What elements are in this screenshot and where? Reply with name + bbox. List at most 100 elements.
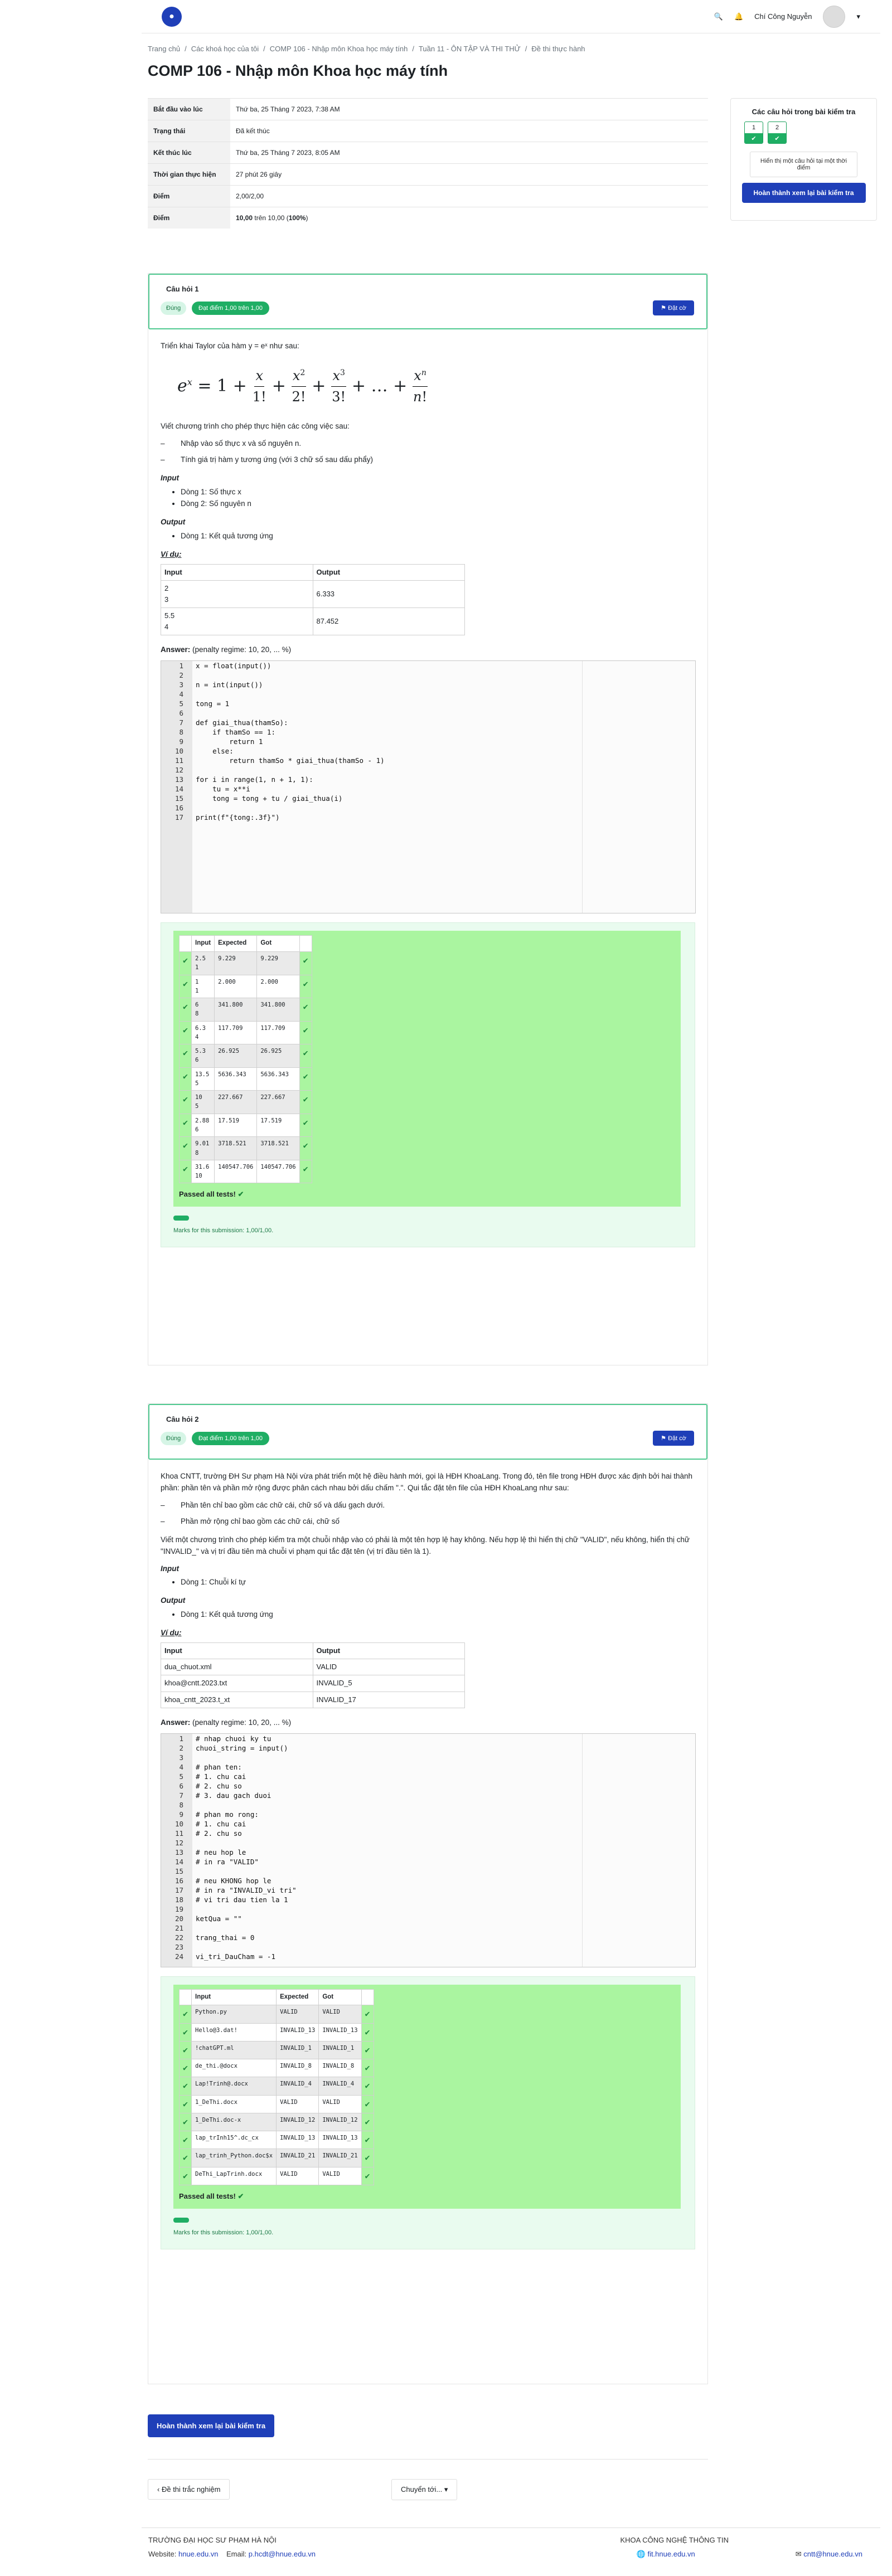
test-expected: INVALID_1 (276, 2040, 319, 2060)
code-text: # vi tri dau tien la 1 (196, 1895, 288, 1904)
fold-marker (187, 1809, 192, 1819)
test-input-line: 1_DeThi.docx (195, 2098, 237, 2106)
breadcrumb-separator: / (525, 45, 527, 53)
chevron-down-icon[interactable]: ▾ (856, 12, 860, 21)
search-icon[interactable]: 🔍 (714, 12, 723, 21)
chevron-down-icon: ▾ (444, 2485, 448, 2494)
example-header-cell: Input (161, 563, 313, 581)
flag-question-button[interactable]: ⚑ Đặt cờ (653, 1431, 694, 1446)
output-heading: Output (161, 517, 186, 526)
user-name[interactable]: Chí Công Nguyễn (754, 12, 812, 21)
cntt-email-link[interactable]: cntt@hnue.edu.vn (803, 2550, 862, 2558)
check-icon: ✔ (361, 2077, 374, 2096)
breadcrumb-item[interactable]: Tuần 11 - ÔN TẬP VÀ THI THỬ (419, 45, 521, 53)
line-number: 10 (161, 746, 187, 756)
check-icon: ✔ (237, 2191, 244, 2200)
code-text: if thamSo == 1: (196, 728, 275, 737)
breadcrumb-item[interactable]: Trang chủ (148, 45, 180, 53)
site-logo[interactable]: ● (162, 6, 182, 27)
code-line: 10 else: (161, 746, 695, 756)
test-got: 117.709 (256, 1020, 300, 1045)
finish-review-button[interactable]: Hoàn thành xem lại bài kiểm tra (741, 183, 866, 203)
test-got: 140547.706 (256, 1159, 300, 1184)
mail-icon: ✉ (795, 2550, 802, 2558)
task-list: Nhập vào số thực x và số nguyên n. Tính g… (161, 438, 695, 466)
line-number: 12 (161, 1838, 187, 1848)
test-row: ✔ Lap!Trinh@.docx INVALID_4 INVALID_4 ✔ (178, 2077, 374, 2096)
passed-label: Passed all tests! (179, 1190, 236, 1199)
test-input: Lap!Trinh@.docx (191, 2077, 277, 2096)
input-heading: Input (161, 474, 179, 483)
fit-link[interactable]: fit.hnue.edu.vn (647, 2550, 695, 2558)
check-icon: ✔ (745, 133, 763, 143)
test-expected: INVALID_13 (276, 2023, 319, 2042)
example-table: Input Output dua_chuot.xml VALID khoa@cntt.2… (161, 1642, 465, 1708)
test-got: 2.000 (256, 974, 300, 999)
line-number: 8 (161, 1800, 187, 1810)
code-line: 14 tu = x**i (161, 784, 695, 794)
submission-marks: Marks for this submission: 1,00/1,00. (173, 2229, 274, 2236)
fold-marker (187, 1904, 192, 1914)
line-number: 16 (161, 803, 187, 813)
check-icon: ✔ (299, 1136, 312, 1160)
avatar[interactable] (823, 5, 846, 28)
test-input-line: 8 (195, 1010, 199, 1018)
line-number: 14 (161, 784, 187, 794)
quiz-navigation-title: Các câu hỏi trong bài kiểm tra (752, 108, 856, 116)
test-input: 11 (191, 974, 215, 999)
output-item: Dòng 1: Kết quả tương ứng (181, 531, 695, 542)
example-input: 5.5 4 (161, 607, 313, 636)
breadcrumb-item[interactable]: COMP 106 - Nhập môn Khoa học máy tính (270, 45, 408, 53)
test-input-line: 5 (195, 1080, 199, 1087)
marks-badge (173, 2218, 189, 2223)
fold-marker (187, 1762, 192, 1772)
breadcrumb-item[interactable]: Các khoá học của tôi (191, 45, 259, 53)
check-icon: ✔ (361, 2005, 374, 2024)
fold-marker (187, 746, 192, 756)
finish-review-bottom-button[interactable]: Hoàn thành xem lại bài kiểm tra (148, 2414, 275, 2437)
notification-bell-icon[interactable]: 🔔 (734, 12, 743, 21)
test-input: DeThi_LapTrinh.docx (191, 2166, 277, 2185)
jump-to-select[interactable]: Chuyển tới... ▾ (391, 2479, 458, 2500)
code-line: 11 return thamSo * giai_thua(thamSo - 1) (161, 756, 695, 766)
test-got: INVALID_12 (318, 2112, 362, 2132)
test-got: INVALID_13 (318, 2131, 362, 2150)
test-input: !chatGPT.ml (191, 2040, 277, 2060)
task-item: Tính giá trị hàm y tương ứng (với 3 chữ … (161, 454, 695, 466)
example-row: dua_chuot.xml VALID (161, 1659, 465, 1676)
test-expected: 26.925 (214, 1044, 258, 1068)
check-icon: ✔ (178, 2094, 192, 2113)
test-input: Python.py (191, 2005, 277, 2024)
test-expected: VALID (276, 2094, 319, 2113)
code-editor[interactable]: 1 # nhap chuoi ky tu 2 chuoi_string = input… (161, 1733, 696, 1967)
check-icon: ✔ (178, 2040, 192, 2060)
previous-activity-link[interactable]: ‹ Đề thi trắc nghiệm (148, 2479, 230, 2500)
check-icon: ✔ (178, 951, 192, 975)
question-nav-button-1[interactable]: 1 ✔ (744, 121, 763, 144)
penalty-regime: (penalty regime: 10, 20, ... %) (192, 1718, 292, 1727)
question-nav-button-2[interactable]: 2 ✔ (768, 121, 787, 144)
code-text: return thamSo * giai_thua(thamSo - 1) (196, 756, 385, 765)
example-input-line: 4 (164, 623, 169, 631)
email-link[interactable]: p.hcdt@hnue.edu.vn (249, 2550, 316, 2558)
code-editor[interactable]: 1x = float(input()) 2 3 n = int(input()) 4 5 t… (161, 660, 696, 914)
show-one-page-link[interactable]: Hiển thị một câu hỏi tại một thời điểm (750, 152, 857, 177)
code-text: ketQua = "" (196, 1914, 242, 1923)
flag-question-button[interactable]: ⚑ Đặt cờ (653, 300, 694, 315)
code-text: # 2. chu so (196, 1781, 242, 1790)
task-item: Nhập vào số thực x và số nguyên n. (161, 438, 695, 450)
website-link[interactable]: hnue.edu.vn (178, 2550, 219, 2558)
breadcrumb-item[interactable]: Đề thi thực hành (531, 45, 585, 53)
input-list: Dòng 1: Số thực xDòng 2: Số nguyên n (181, 487, 695, 510)
test-case-table: Input Expected Got ✔ Python.py VALID VALID ✔ ✔ He… (178, 1989, 374, 2185)
code-line: 22 trang_thai = 0 (161, 1932, 695, 1942)
example-output: INVALID_17 (312, 1691, 465, 1708)
test-input-line: 6 (195, 1057, 199, 1064)
example-output: INVALID_5 (312, 1675, 465, 1692)
example-input-line: khoa@cntt.2023.txt (164, 1679, 227, 1688)
check-icon: ✔ (178, 1159, 192, 1184)
code-text: # neu hop le (196, 1848, 246, 1856)
